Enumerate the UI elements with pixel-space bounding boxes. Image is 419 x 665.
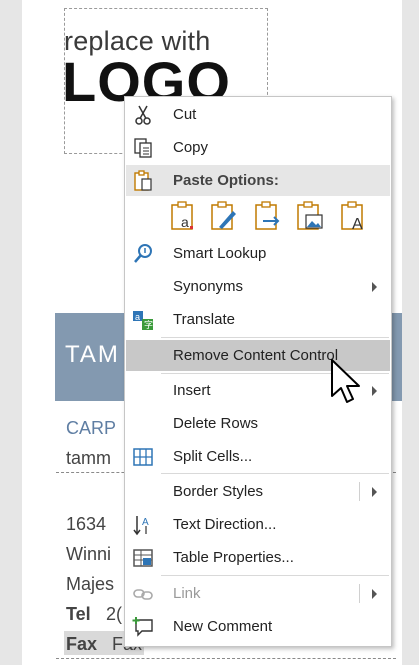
- paste-keep-source-formatting-icon[interactable]: a: [169, 199, 199, 233]
- paste-picture-icon[interactable]: [295, 199, 325, 233]
- fax-label: Fax: [66, 634, 98, 654]
- menu-item-text-direction-label: Text Direction...: [173, 516, 277, 533]
- menu-separator: [161, 337, 389, 338]
- menu-item-cut-label: Cut: [173, 106, 197, 123]
- address-line-1: 1634: [66, 514, 107, 534]
- smart-lookup-icon: [131, 242, 155, 266]
- new-comment-icon: [131, 615, 155, 639]
- menu-item-link-label: Link: [173, 585, 201, 602]
- menu-item-table-properties-label: Table Properties...: [173, 549, 294, 566]
- menu-separator: [161, 575, 389, 576]
- svg-text:A: A: [352, 216, 363, 233]
- split-cells-icon: [131, 445, 155, 469]
- tel-value: 2(: [106, 604, 123, 624]
- menu-item-border-styles-label: Border Styles: [173, 483, 264, 500]
- paste-icon: [131, 169, 155, 193]
- menu-item-border-styles[interactable]: Border Styles: [126, 476, 390, 507]
- paste-nested-table-icon[interactable]: [253, 199, 283, 233]
- mouse-cursor-icon: [330, 358, 366, 415]
- menu-item-copy[interactable]: Copy: [126, 132, 390, 163]
- address-line-2: Winni: [66, 544, 112, 564]
- text-direction-icon: A: [131, 513, 155, 537]
- svg-text:a: a: [135, 312, 140, 322]
- split-divider: [359, 584, 360, 603]
- email-line: tamm: [66, 448, 111, 468]
- paste-options-header: Paste Options:: [126, 165, 390, 196]
- menu-item-translate[interactable]: a字 Translate: [126, 304, 390, 335]
- link-icon: [131, 582, 155, 606]
- table-properties-icon: [131, 546, 155, 570]
- paste-options-label: Paste Options:: [173, 172, 279, 189]
- svg-text:字: 字: [144, 319, 153, 330]
- menu-item-cut[interactable]: Cut: [126, 99, 390, 130]
- split-divider: [359, 482, 360, 501]
- paste-merge-formatting-icon[interactable]: [209, 199, 239, 233]
- menu-item-split-cells-label: Split Cells...: [173, 448, 253, 465]
- menu-item-smart-lookup-label: Smart Lookup: [173, 245, 267, 262]
- menu-item-translate-label: Translate: [173, 311, 235, 328]
- menu-item-synonyms-label: Synonyms: [173, 278, 244, 295]
- scissors-icon: [131, 103, 155, 127]
- menu-separator: [161, 473, 389, 474]
- title-line: CARP: [66, 418, 117, 438]
- submenu-arrow-icon: [372, 282, 377, 292]
- menu-item-link[interactable]: Link: [126, 578, 390, 609]
- bottom-divider: [56, 658, 396, 659]
- menu-item-insert-label: Insert: [173, 382, 211, 399]
- menu-item-delete-rows-label: Delete Rows: [173, 415, 259, 432]
- menu-item-smart-lookup[interactable]: Smart Lookup: [126, 238, 390, 269]
- tel-label: Tel: [66, 604, 91, 624]
- name-banner-text: TAM: [65, 341, 120, 368]
- submenu-arrow-icon[interactable]: [372, 589, 377, 599]
- translate-icon: a字: [131, 308, 155, 332]
- svg-text:a: a: [181, 214, 189, 230]
- menu-item-copy-label: Copy: [173, 139, 209, 156]
- menu-item-synonyms[interactable]: Synonyms: [126, 271, 390, 302]
- menu-item-split-cells[interactable]: Split Cells...: [126, 441, 390, 472]
- menu-item-remove-content-control-label: Remove Content Control: [173, 347, 339, 364]
- paste-keep-text-only-icon[interactable]: A: [339, 199, 369, 233]
- menu-item-new-comment-label: New Comment: [173, 618, 273, 635]
- submenu-arrow-icon[interactable]: [372, 487, 377, 497]
- submenu-arrow-icon: [372, 386, 377, 396]
- menu-item-new-comment[interactable]: New Comment: [126, 611, 390, 642]
- address-line-3: Majes: [66, 574, 115, 594]
- menu-item-table-properties[interactable]: Table Properties...: [126, 542, 390, 573]
- copy-icon: [131, 136, 155, 160]
- menu-item-text-direction[interactable]: A Text Direction...: [126, 509, 390, 540]
